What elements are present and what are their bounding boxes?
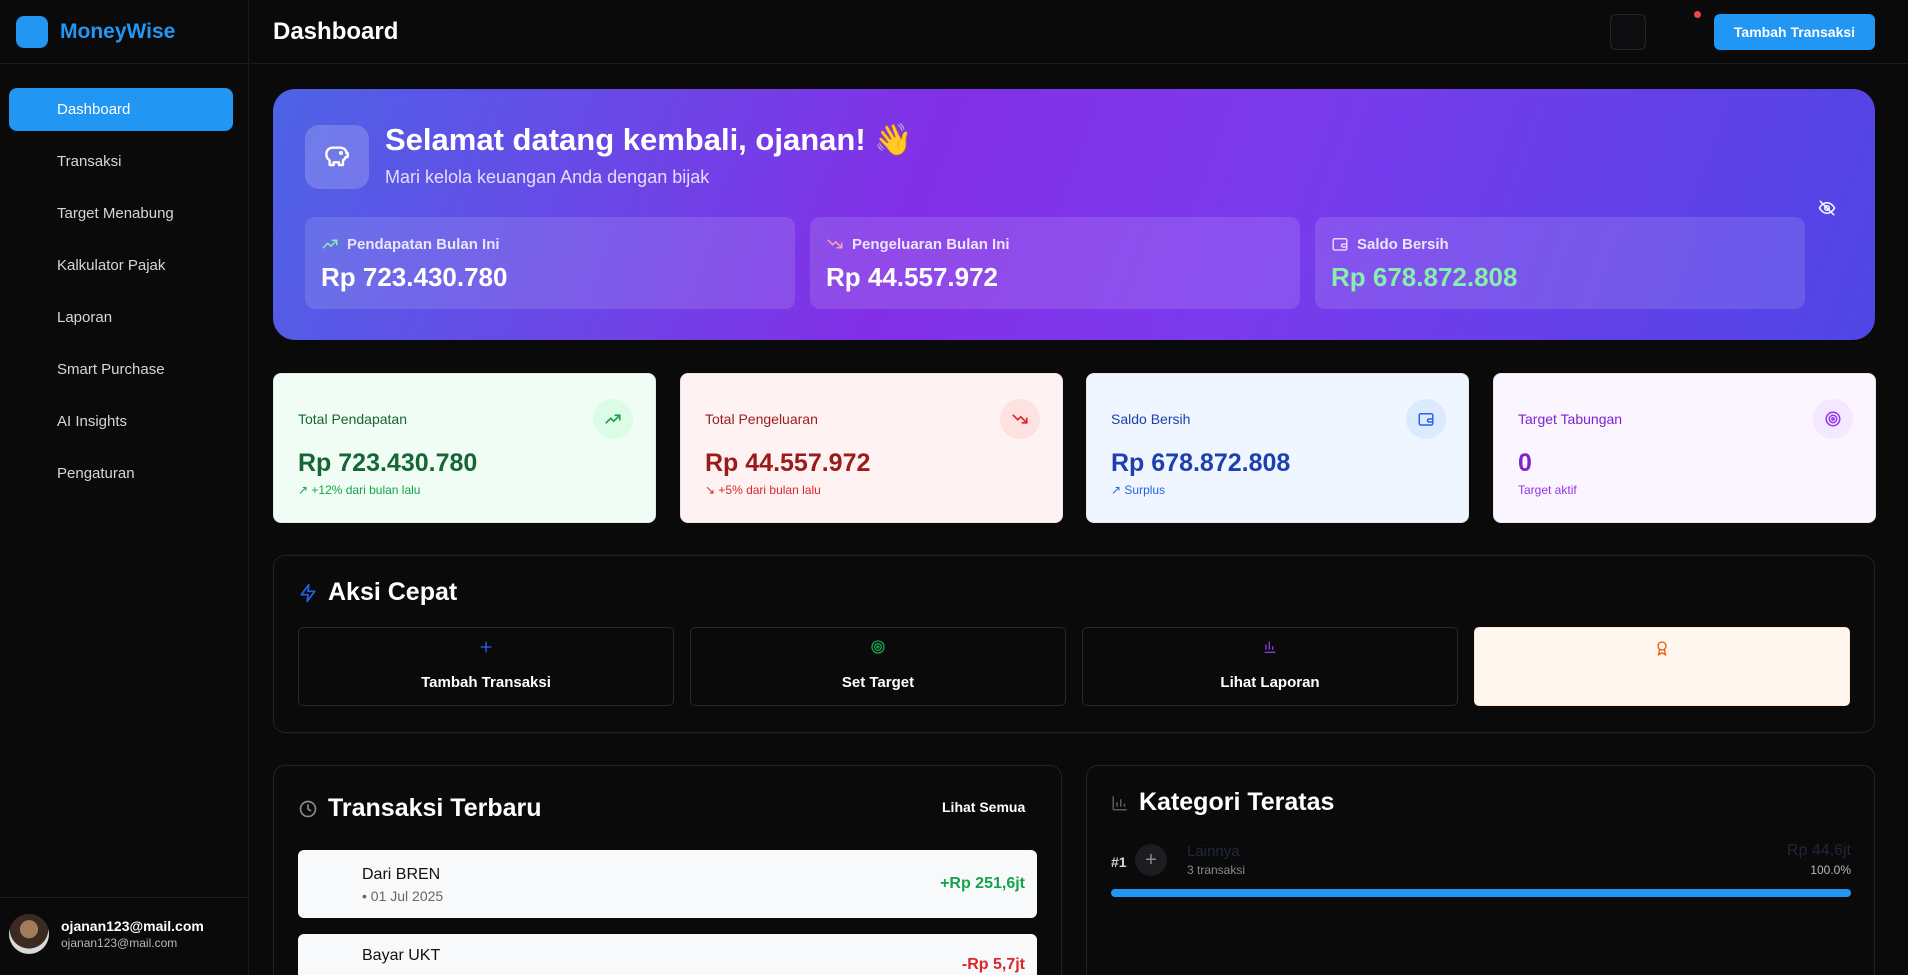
transaction-date: • 01 Jul 2025: [362, 888, 444, 904]
hero-stat-label: Saldo Bersih: [1357, 235, 1449, 253]
sidebar-item-laporan[interactable]: Laporan: [9, 296, 233, 339]
hero-stat-balance: Saldo Bersih Rp 678.872.808: [1315, 217, 1805, 309]
divider: [0, 897, 249, 898]
transaction-title: Bayar UKT: [362, 947, 441, 964]
sidebar: MoneyWise Dashboard Transaksi Target Men…: [0, 0, 249, 975]
hero-stat-label: Pendapatan Bulan Ini: [347, 235, 500, 253]
recent-transactions-panel: Transaksi Terbaru Lihat Semua Dari BREN …: [273, 765, 1062, 975]
theme-toggle-button[interactable]: [1610, 14, 1646, 50]
trending-up-icon: [593, 399, 633, 439]
lightning-icon: [300, 583, 316, 602]
transaction-amount: +Rp 251,6jt: [940, 875, 1025, 892]
quick-set-target-button[interactable]: Set Target: [690, 627, 1066, 706]
transaction-title: Dari BREN: [362, 866, 441, 883]
category-progress-fill: [1111, 889, 1851, 897]
card-net-balance: Saldo Bersih Rp 678.872.808 ↗ Surplus: [1086, 373, 1469, 523]
avatar: [9, 914, 49, 954]
sidebar-item-smart-purchase[interactable]: Smart Purchase: [9, 348, 233, 391]
card-sub: ↗ Surplus: [1111, 483, 1166, 497]
transaction-row[interactable]: Dari BREN • 01 Jul 2025 +Rp 251,6jt: [298, 850, 1037, 918]
section-title: Transaksi Terbaru: [328, 794, 542, 822]
card-total-expense: Total Pengeluaran Rp 44.557.972 ↘ +5% da…: [680, 373, 1063, 523]
card-total-income: Total Pendapatan Rp 723.430.780 ↗ +12% d…: [273, 373, 656, 523]
wallet-icon: [1332, 238, 1348, 251]
card-sub: ↗ +12% dari bulan lalu: [298, 483, 421, 497]
hero-stat-value: Rp 723.430.780: [321, 262, 508, 292]
sidebar-item-target-menabung[interactable]: Target Menabung: [9, 192, 233, 235]
eye-off-icon[interactable]: [1818, 199, 1836, 222]
sidebar-item-pengaturan[interactable]: Pengaturan: [9, 452, 233, 495]
quick-view-report-button[interactable]: Lihat Laporan: [1082, 627, 1458, 706]
hero-stat-income: Pendapatan Bulan Ini Rp 723.430.780: [305, 217, 795, 309]
notification-dot-icon[interactable]: [1694, 11, 1701, 18]
category-percent: 100.0%: [1810, 863, 1851, 877]
clock-icon: [299, 800, 317, 817]
top-categories-panel: Kategori Teratas #1 + Lainnya 3 transaks…: [1086, 765, 1875, 975]
logo-icon: [16, 16, 48, 48]
sidebar-item-dashboard[interactable]: Dashboard: [9, 88, 233, 131]
hero-stat-value: Rp 44.557.972: [826, 262, 999, 292]
plus-icon: [299, 639, 673, 660]
sidebar-item-kalkulator-pajak[interactable]: Kalkulator Pajak: [9, 244, 233, 287]
card-label: Total Pengeluaran: [705, 411, 818, 427]
app-name: MoneyWise: [60, 20, 176, 43]
quick-add-transaction-button[interactable]: Tambah Transaksi: [298, 627, 674, 706]
card-value: Rp 678.872.808: [1111, 449, 1291, 477]
welcome-title: Selamat datang kembali, ojanan! 👋: [385, 122, 913, 157]
card-sub: ↘ +5% dari bulan lalu: [705, 483, 821, 497]
card-value: Rp 44.557.972: [705, 449, 871, 477]
quick-actions-panel: Aksi Cepat Tambah Transaksi Set Target L…: [273, 555, 1875, 733]
bar-chart-icon: [1083, 639, 1457, 660]
card-sub: Target aktif: [1518, 483, 1577, 497]
plus-icon: +: [1135, 844, 1167, 876]
add-transaction-button[interactable]: Tambah Transaksi: [1714, 14, 1875, 50]
welcome-subtitle: Mari kelola keuangan Anda dengan bijak: [385, 167, 710, 187]
trending-down-icon: [1000, 399, 1040, 439]
category-amount: Rp 44,6jt: [1786, 842, 1851, 859]
user-name: ojanan123@mail.com: [61, 918, 204, 934]
hero-stat-expense: Pengeluaran Bulan Ini Rp 44.557.972: [810, 217, 1300, 309]
category-name: Lainnya: [1187, 843, 1240, 860]
piggy-bank-icon: [305, 125, 369, 189]
card-value: Rp 723.430.780: [298, 449, 478, 477]
card-value: 0: [1518, 449, 1532, 477]
category-progress-track: [1111, 889, 1851, 897]
category-rank: #1: [1111, 854, 1127, 870]
quick-achievement-button[interactable]: [1474, 627, 1850, 706]
see-all-link[interactable]: Lihat Semua: [942, 799, 1025, 815]
sidebar-item-transaksi[interactable]: Transaksi: [9, 140, 233, 183]
hero-stat-value: Rp 678.872.808: [1331, 262, 1518, 292]
category-count: 3 transaksi: [1187, 863, 1246, 877]
card-label: Saldo Bersih: [1111, 411, 1191, 427]
award-icon: [1475, 639, 1849, 662]
trending-down-icon: [827, 239, 843, 249]
card-label: Target Tabungan: [1518, 411, 1623, 427]
section-title: Aksi Cepat: [328, 578, 458, 606]
wallet-icon: [1406, 399, 1446, 439]
transaction-row[interactable]: Bayar UKT -Rp 5,7jt: [298, 934, 1037, 975]
hero-stat-label: Pengeluaran Bulan Ini: [852, 235, 1010, 253]
target-icon: [1813, 399, 1853, 439]
trending-up-icon: [322, 239, 338, 249]
bar-chart-icon: [1112, 795, 1127, 810]
section-title: Kategori Teratas: [1139, 788, 1335, 816]
sidebar-item-ai-insights[interactable]: AI Insights: [9, 400, 233, 443]
category-item[interactable]: #1 + Lainnya 3 transaksi Rp 44,6jt 100.0…: [1111, 840, 1851, 900]
user-email: ojanan123@mail.com: [61, 936, 178, 950]
divider: [0, 63, 249, 64]
top-bar: Dashboard Tambah Transaksi: [250, 0, 1908, 64]
sidebar-nav: Dashboard Transaksi Target Menabung Kalk…: [9, 88, 233, 504]
page-title: Dashboard: [273, 18, 399, 45]
welcome-banner: Selamat datang kembali, ojanan! 👋 Mari k…: [273, 89, 1875, 340]
user-profile[interactable]: ojanan123@mail.com ojanan123@mail.com: [9, 914, 204, 954]
card-label: Total Pendapatan: [298, 411, 407, 427]
brand[interactable]: MoneyWise: [16, 16, 175, 48]
card-savings-target: Target Tabungan 0 Target aktif: [1493, 373, 1876, 523]
transaction-amount: -Rp 5,7jt: [961, 956, 1025, 973]
target-icon: [691, 639, 1065, 660]
